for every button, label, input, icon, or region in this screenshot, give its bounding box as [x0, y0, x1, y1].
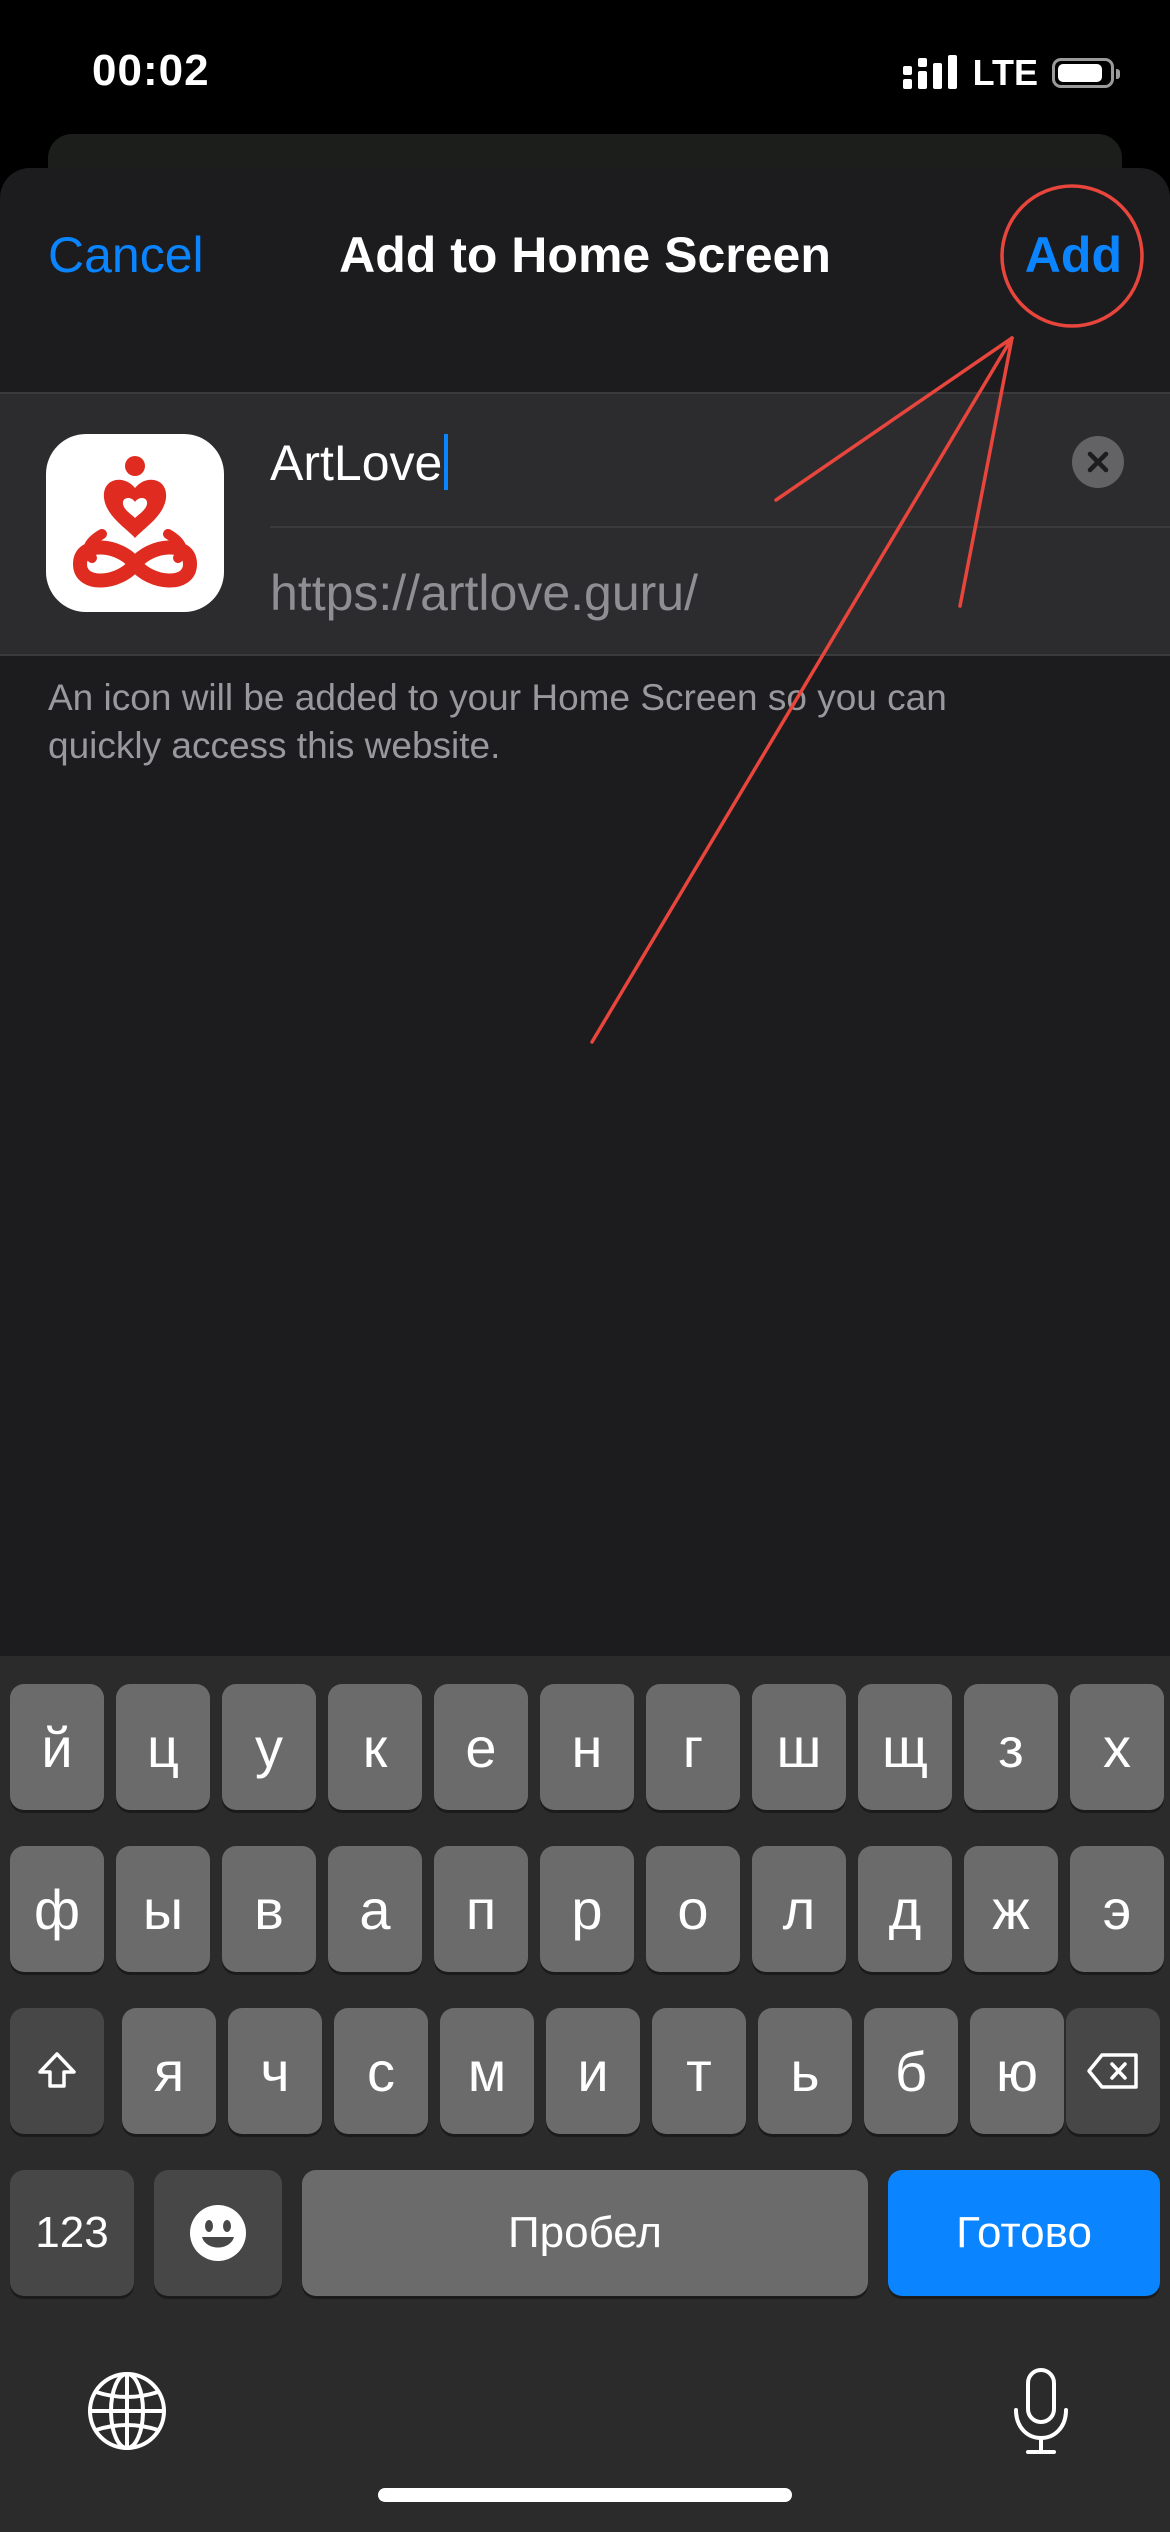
status-icons: LTE: [902, 52, 1120, 94]
key-я[interactable]: я: [122, 2008, 216, 2134]
emoji-icon: [190, 2205, 246, 2261]
key-к[interactable]: к: [328, 1684, 422, 1810]
key-х[interactable]: х: [1070, 1684, 1164, 1810]
signal-icon: [902, 55, 957, 89]
emoji-key[interactable]: [154, 2170, 282, 2296]
shift-key[interactable]: [10, 2008, 104, 2134]
key-а[interactable]: а: [328, 1846, 422, 1972]
key-р[interactable]: р: [540, 1846, 634, 1972]
hint-text: An icon will be added to your Home Scree…: [48, 677, 947, 766]
status-bar: 00:02 LTE: [0, 0, 1170, 150]
key-н[interactable]: н: [540, 1684, 634, 1810]
microphone-icon[interactable]: [1008, 2366, 1074, 2458]
key-с[interactable]: с: [334, 2008, 428, 2134]
shift-icon: [38, 2052, 76, 2088]
clear-icon[interactable]: [1072, 436, 1124, 488]
meditation-heart-logo-icon: [46, 434, 224, 612]
add-to-home-sheet: Cancel Add to Home Screen Add ArtLove ht…: [0, 168, 1170, 1658]
key-ш[interactable]: ш: [752, 1684, 846, 1810]
key-щ[interactable]: щ: [858, 1684, 952, 1810]
key-о[interactable]: о: [646, 1846, 740, 1972]
key-у[interactable]: у: [222, 1684, 316, 1810]
key-л[interactable]: л: [752, 1846, 846, 1972]
key-ч[interactable]: ч: [228, 2008, 322, 2134]
key-п[interactable]: п: [434, 1846, 528, 1972]
key-т[interactable]: т: [652, 2008, 746, 2134]
status-time: 00:02: [92, 46, 210, 95]
key-ц[interactable]: ц: [116, 1684, 210, 1810]
backspace-icon: [1087, 2053, 1138, 2089]
sheet-title: Add to Home Screen: [339, 227, 831, 283]
key-е[interactable]: е: [434, 1684, 528, 1810]
key-д[interactable]: д: [858, 1846, 952, 1972]
text-caret: [444, 434, 449, 490]
key-м[interactable]: м: [440, 2008, 534, 2134]
numbers-key[interactable]: 123: [10, 2170, 134, 2296]
key-ф[interactable]: ф: [10, 1846, 104, 1972]
key-г[interactable]: г: [646, 1684, 740, 1810]
done-key[interactable]: Готово: [888, 2170, 1160, 2296]
key-и[interactable]: и: [546, 2008, 640, 2134]
key-з[interactable]: з: [964, 1684, 1058, 1810]
bookmark-form: ArtLove https://artlove.guru/: [0, 392, 1170, 656]
space-key[interactable]: Пробел: [302, 2170, 868, 2296]
name-input[interactable]: ArtLove: [270, 434, 449, 492]
key-ы[interactable]: ы: [116, 1846, 210, 1972]
key-э[interactable]: э: [1070, 1846, 1164, 1972]
key-в[interactable]: в: [222, 1846, 316, 1972]
keyboard: 123 Пробел Готово йцукенгшщзх фывапролджэ…: [0, 1656, 1170, 2532]
key-ю[interactable]: ю: [970, 2008, 1064, 2134]
key-ь[interactable]: ь: [758, 2008, 852, 2134]
key-й[interactable]: й: [10, 1684, 104, 1810]
home-indicator: [378, 2488, 792, 2502]
name-field[interactable]: ArtLove: [270, 394, 1170, 528]
key-б[interactable]: б: [864, 2008, 958, 2134]
key-ж[interactable]: ж: [964, 1846, 1058, 1972]
url-label: https://artlove.guru/: [270, 565, 699, 621]
add-button[interactable]: Add: [1025, 226, 1122, 284]
network-type: LTE: [972, 52, 1038, 93]
globe-icon[interactable]: [86, 2370, 168, 2452]
battery-icon: [1052, 58, 1120, 88]
backspace-key[interactable]: [1066, 2008, 1160, 2134]
